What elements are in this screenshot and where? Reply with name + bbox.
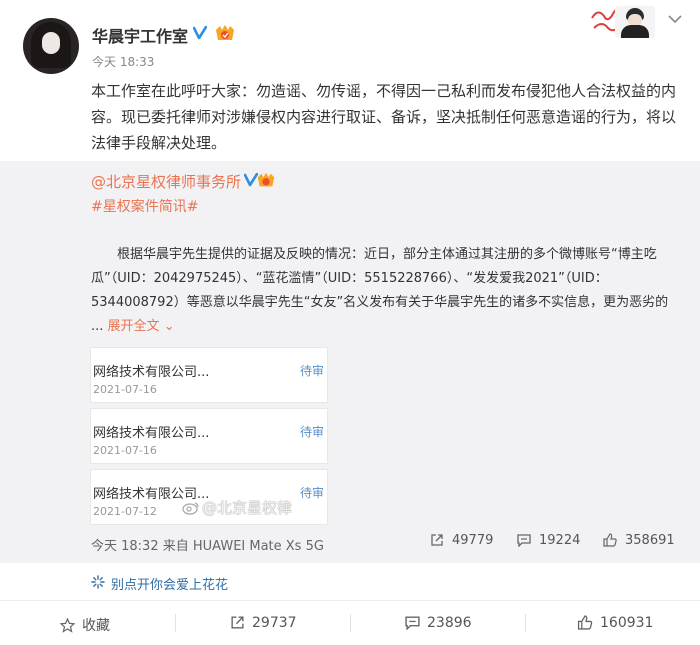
repost-source-time[interactable]: 今天 18:32 来自 HUAWEI Mate Xs 5G [91,535,324,554]
thumbs-up-icon [577,615,593,630]
post-text: 本工作室在此呼吁大家：勿造谣、勿传谣，不得因一己私利而发布侵犯他人合法权益的内容… [91,82,677,152]
share-icon [231,616,244,629]
repost-container[interactable]: @北京星权律师事务所 #星权案件简讯# 根据华晨宇先生提供的证据及反映的情况：近… [0,161,700,563]
expand-full-text-link[interactable]: 展开全文 ⌄ [108,319,175,334]
avatar[interactable] [23,18,79,74]
comment-button[interactable]: 23896 [405,615,472,631]
flower-icon [91,575,105,589]
vip-crown-icon [257,172,275,187]
verified-icon [193,26,207,40]
card-date: 2021-07-12 [93,505,157,518]
divider [350,614,351,632]
card-date: 2021-07-16 [93,444,157,457]
card-title: 网络技术有限公司... [93,426,210,441]
corner-avatar [615,6,655,38]
comment-hint[interactable]: 别点开你会爱上花花 [0,563,700,601]
repost-body: 根据华晨宇先生提供的证据及反映的情况：近日，部分主体通过其注册的多个微博账号“博… [91,247,669,334]
repost-comment-count[interactable]: 19224 [517,533,580,548]
weibo-logo-icon [182,502,199,515]
favorite-button[interactable]: 收藏 [59,615,110,635]
vip-crown-icon [216,25,234,40]
post-timestamp[interactable]: 今天 18:33 [92,53,154,70]
star-icon [59,617,76,633]
topic-link[interactable]: #星权案件简讯# [91,196,198,216]
card-status: 待审 [300,425,325,439]
username[interactable]: 华晨宇工作室 [92,23,188,47]
comment-hint-text[interactable]: 别点开你会爱上花花 [111,574,228,593]
weibo-post: 华晨宇工作室 今天 18:33 本工作室在此呼吁大家：勿造谣、勿传谣，不得因一己… [0,0,700,645]
repost-like-count[interactable]: 358691 [603,533,675,548]
image-card[interactable]: 网络技术有限公司... 2021-07-16 待审 [90,408,328,464]
card-status: 待审 [300,486,325,500]
image-card[interactable]: 网络技术有限公司... 2021-07-16 待审 [90,347,328,403]
repost-button[interactable]: 29737 [230,615,297,631]
action-toolbar: 收藏 29737 23896 160931 [0,602,700,645]
thumbs-up-icon [603,533,617,547]
repost-author[interactable]: @北京星权律师事务所 [91,171,241,192]
divider [175,614,176,632]
card-title: 网络技术有限公司... [93,365,210,380]
share-icon [431,534,443,546]
image-watermark: @北京星权律 [182,497,292,518]
card-status: 待审 [300,364,325,378]
card-date: 2021-07-16 [93,383,157,396]
comment-icon [517,534,531,548]
repost-text: 根据华晨宇先生提供的证据及反映的情况：近日，部分主体通过其注册的多个微博账号“博… [91,243,681,339]
repost-repost-count[interactable]: 49779 [430,533,493,548]
like-button[interactable]: 160931 [577,615,653,631]
divider [525,614,526,632]
comment-icon [405,616,420,631]
chevron-down-icon[interactable] [668,14,682,24]
